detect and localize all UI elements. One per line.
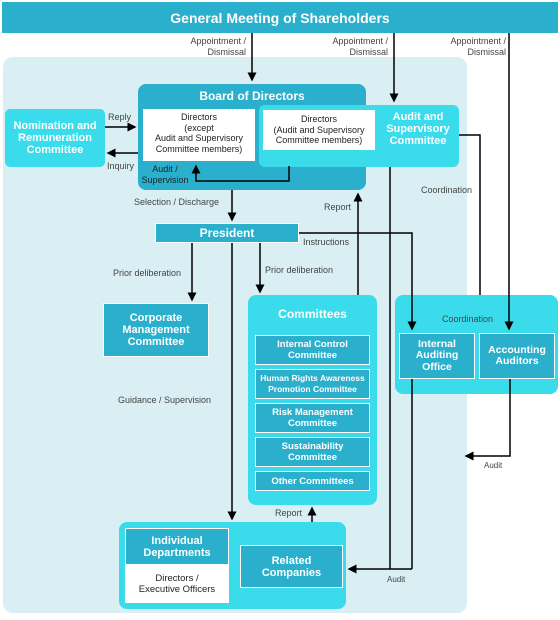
prior-deliberation-left-label: Prior deliberation — [113, 268, 182, 278]
label-line: Dismissal — [349, 47, 388, 57]
appointment-label-3: Appointment / Dismissal — [410, 36, 506, 58]
coordination-auditors-label: Coordination — [442, 314, 494, 324]
selection-discharge-label: Selection / Discharge — [134, 197, 220, 207]
reply-label: Reply — [108, 112, 132, 122]
label-line: Dismissal — [467, 47, 506, 57]
line-audit-supervision — [191, 164, 290, 182]
inquiry-label: Inquiry — [107, 161, 135, 171]
label-line: Appointment / — [190, 36, 246, 46]
audit-bottom-label: Audit — [387, 575, 406, 584]
line-audit-right — [464, 379, 511, 461]
report-committees-label: Report — [275, 508, 303, 518]
label-line: Appointment / — [332, 36, 388, 46]
prior-deliberation-right-label: Prior deliberation — [265, 265, 334, 275]
line-coordination-top — [459, 134, 481, 295]
label-line: Audit / — [152, 164, 178, 174]
instructions-label: Instructions — [303, 237, 350, 247]
label-line: Dismissal — [207, 47, 246, 57]
guidance-supervision-label: Guidance / Supervision — [118, 395, 212, 405]
connector-lines — [105, 33, 514, 574]
report-board-label: Report — [324, 202, 352, 212]
label-line: Supervision — [141, 175, 189, 185]
appointment-label-1: Appointment / Dismissal — [150, 36, 246, 58]
coordination-top-label: Coordination — [421, 185, 473, 195]
audit-right-label: Audit — [484, 461, 503, 470]
audit-supervision-label: Audit / Supervision — [139, 164, 191, 186]
appointment-label-2: Appointment / Dismissal — [290, 36, 388, 58]
label-line: Appointment / — [450, 36, 506, 46]
